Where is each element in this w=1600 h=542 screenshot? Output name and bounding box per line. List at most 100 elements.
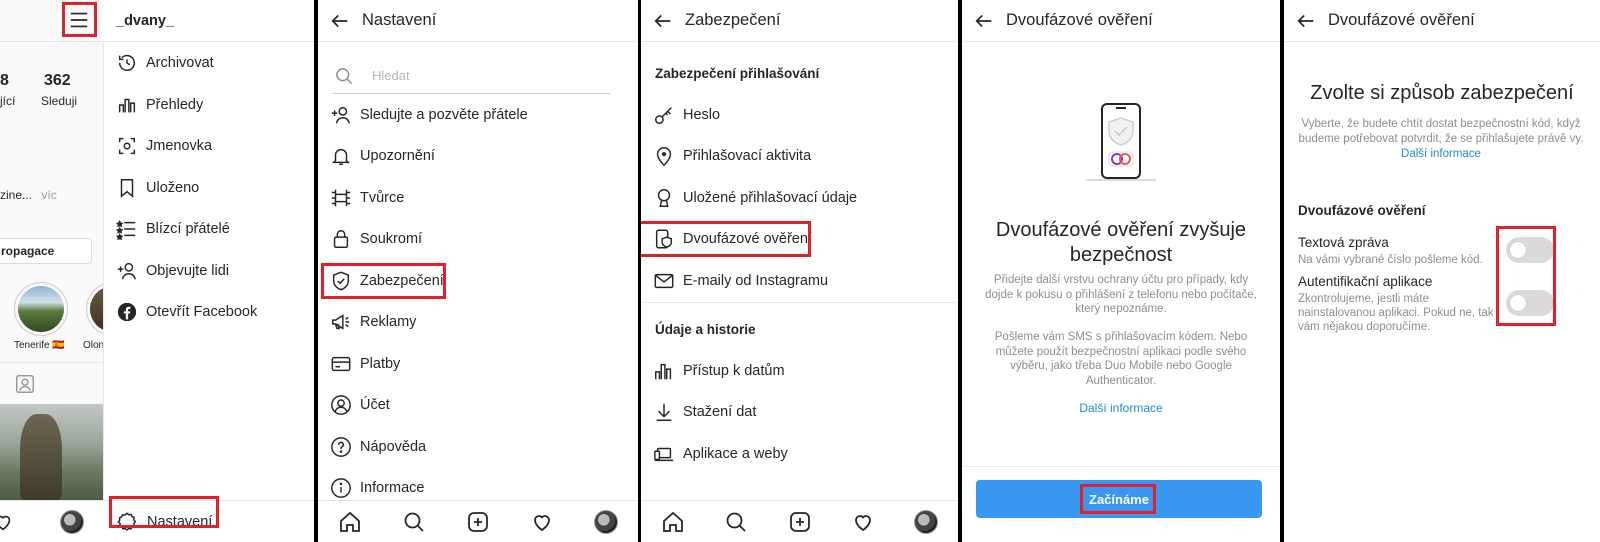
post-thumbnail[interactable] <box>0 404 103 500</box>
account-icon <box>331 395 351 415</box>
tagged-icon[interactable] <box>14 373 36 395</box>
settings-item-label: Účet <box>360 397 390 413</box>
nav-activity[interactable] <box>510 510 574 534</box>
promo-button[interactable]: ropagace <box>0 238 92 264</box>
search-input[interactable]: Hledat <box>332 58 610 94</box>
nav-search[interactable] <box>704 510 767 534</box>
security-item-label: E-maily od Instagramu <box>683 273 829 289</box>
headline: Zvolte si způsob zabezpečení <box>1310 82 1574 104</box>
security-header: Zabezpečení <box>641 0 958 42</box>
following-count[interactable]: 362 <box>44 72 71 90</box>
menu-item-nametag[interactable]: Jmenovka <box>114 131 212 161</box>
nav-home[interactable] <box>318 510 382 534</box>
nav-search[interactable] <box>382 510 446 534</box>
rock-shape <box>20 414 62 500</box>
highlight-second-label: Olon <box>83 340 105 351</box>
back-button[interactable] <box>1284 10 1328 32</box>
heart-icon[interactable] <box>0 511 14 533</box>
security-item-label: Uložené přihlašovací údaje <box>683 190 858 206</box>
search-icon <box>336 67 353 84</box>
settings-item-label: Upozornění <box>360 148 435 164</box>
bottom-nav <box>641 500 958 542</box>
profile-avatar[interactable] <box>60 510 84 534</box>
settings-item-ads[interactable]: Reklamy <box>328 307 416 337</box>
menu-item-label: Uloženo <box>146 180 200 196</box>
nav-activity[interactable] <box>831 510 894 534</box>
bell-icon <box>331 148 351 165</box>
username: _dvany_ <box>116 13 175 29</box>
learn-more-link[interactable]: Další informace <box>1401 148 1481 160</box>
download-icon <box>656 403 672 421</box>
discover-people-icon <box>117 262 136 280</box>
saved-icon <box>120 179 134 198</box>
security-panel: Zabezpečení Zabezpečení přihlašování Hes… <box>641 0 958 542</box>
plus-square-icon <box>789 511 810 532</box>
menu-item-label: Blízcí přátelé <box>146 221 230 237</box>
divider <box>641 302 958 303</box>
settings-item-privacy[interactable]: Soukromí <box>328 224 422 254</box>
back-button[interactable] <box>318 10 362 32</box>
help-icon <box>331 437 351 457</box>
settings-item-label: Soukromí <box>360 231 423 247</box>
security-item-data-access[interactable]: Přístup k datům <box>651 356 785 386</box>
nav-home[interactable] <box>641 510 704 534</box>
profile-tab-bar <box>0 362 103 404</box>
settings-item-help[interactable]: Nápověda <box>328 432 426 462</box>
bio-more-link[interactable]: víc <box>41 188 56 202</box>
security-item-label: Stažení dat <box>683 404 757 420</box>
search-placeholder: Hledat <box>372 68 410 83</box>
menu-item-archive[interactable]: Archivovat <box>114 48 214 78</box>
settings-item-label: Tvůrce <box>360 190 405 206</box>
settings-item-follow-invite[interactable]: Sledujte a pozvěte přátele <box>328 100 528 130</box>
back-button[interactable] <box>641 10 685 32</box>
headline: Dvoufázové ověření zvyšuje bezpečnost <box>995 219 1247 266</box>
security-item-password[interactable]: Heslo <box>651 100 720 130</box>
mail-icon <box>654 273 674 289</box>
security-item-emails[interactable]: E-maily od Instagramu <box>651 266 828 296</box>
heart-icon <box>534 514 550 531</box>
megaphone-icon <box>332 314 350 330</box>
menu-item-label: Archivovat <box>146 55 214 71</box>
highlight-security <box>321 263 446 299</box>
settings-item-creator[interactable]: Tvůrce <box>328 183 404 213</box>
bio-text: zine... víc <box>0 188 57 202</box>
nav-add[interactable] <box>768 510 831 534</box>
security-item-login-activity[interactable]: Přihlašovací aktivita <box>651 141 811 171</box>
menu-item-close-friends[interactable]: Blízcí přátelé <box>114 214 230 244</box>
arrow-left-icon <box>975 14 992 27</box>
highlight-settings <box>109 496 219 528</box>
settings-item-payments[interactable]: Platby <box>328 349 400 379</box>
add-person-icon <box>331 106 350 124</box>
settings-item-notifications[interactable]: Upozornění <box>328 141 435 171</box>
option-app-desc: Zkontrolujeme, jestli máte nainstalovano… <box>1298 293 1494 333</box>
heart-icon <box>855 514 871 531</box>
key-icon <box>655 107 672 124</box>
two-factor-header: Dvoufázové ověření <box>962 0 1280 42</box>
menu-item-insights[interactable]: Přehledy <box>114 90 203 120</box>
settings-item-label: Sledujte a pozvěte přátele <box>360 107 528 123</box>
info-icon <box>331 478 351 498</box>
nav-profile[interactable] <box>895 509 958 534</box>
menu-item-discover-people[interactable]: Objevujte lidi <box>114 256 229 286</box>
menu-item-label: Jmenovka <box>146 138 213 154</box>
back-button[interactable] <box>962 10 1006 32</box>
learn-more-link[interactable]: Další informace <box>962 401 1280 415</box>
menu-item-open-facebook[interactable]: Otevřít Facebook <box>114 297 257 327</box>
security-item-download-data[interactable]: Stažení dat <box>651 397 756 427</box>
nav-add[interactable] <box>446 510 510 534</box>
highlight-tenerife[interactable] <box>14 282 68 336</box>
menu-item-saved[interactable]: Uloženo <box>114 173 199 203</box>
settings-item-info[interactable]: Informace <box>328 473 424 503</box>
security-item-apps-websites[interactable]: Aplikace a weby <box>651 439 788 469</box>
settings-item-account[interactable]: Účet <box>328 390 390 420</box>
following-label[interactable]: Sleduji <box>41 94 77 108</box>
menu-item-label: Objevujte lidi <box>146 263 230 279</box>
nav-profile[interactable] <box>574 509 638 534</box>
data-access-icon <box>655 363 672 380</box>
description-text: Vyberte, že budete chtít dostat bezpečno… <box>1298 118 1584 145</box>
profile-avatar <box>914 509 939 534</box>
section-two-factor: Dvoufázové ověření <box>1298 203 1426 218</box>
arrow-left-icon <box>331 14 348 27</box>
highlight-two-factor <box>641 221 811 257</box>
security-item-saved-login[interactable]: Uložené přihlašovací údaje <box>651 183 857 213</box>
